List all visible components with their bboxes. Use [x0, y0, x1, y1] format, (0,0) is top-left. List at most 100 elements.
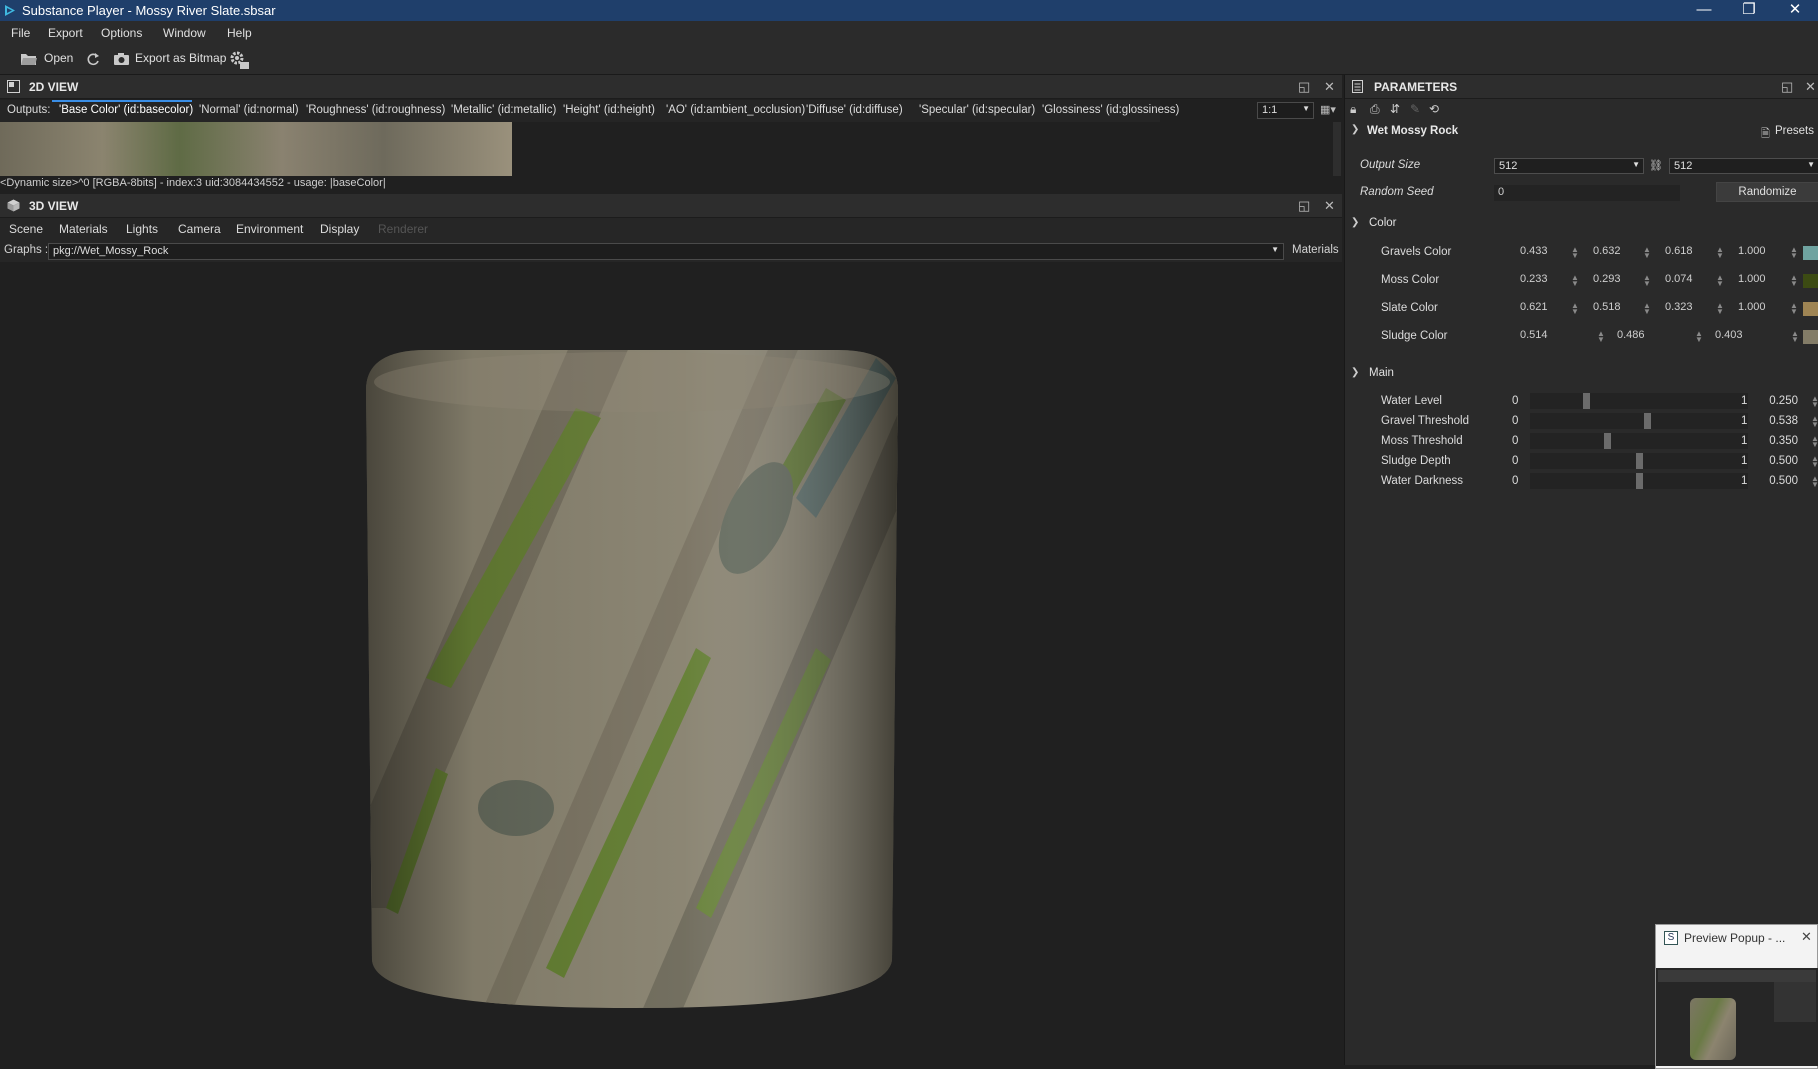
- slider-value[interactable]: 0.350: [1764, 435, 1798, 447]
- random-seed-input[interactable]: 0: [1494, 185, 1680, 201]
- output-tab-basecolor[interactable]: 'Base Color' (id:basecolor): [59, 104, 193, 116]
- close-panel-icon[interactable]: ✕: [1805, 79, 1816, 95]
- texture-preview-2d[interactable]: [0, 122, 512, 176]
- reset-icon[interactable]: ⟲: [1429, 102, 1439, 116]
- color-b-value[interactable]: 0.618: [1665, 245, 1693, 261]
- spinner-icon[interactable]: ▲ ▼: [1716, 274, 1724, 288]
- output-tab-normal[interactable]: 'Normal' (id:normal): [199, 104, 299, 116]
- slider-track[interactable]: [1530, 393, 1748, 409]
- menu-help[interactable]: Help: [227, 26, 252, 40]
- float-panel-icon[interactable]: ◱: [1781, 79, 1793, 95]
- presets-button[interactable]: Presets: [1775, 125, 1814, 137]
- spinner-icon[interactable]: ▲ ▼: [1790, 302, 1798, 316]
- color-swatch[interactable]: [1803, 274, 1818, 288]
- color-b-value[interactable]: 0.323: [1665, 301, 1693, 317]
- spinner-icon[interactable]: ▲ ▼: [1695, 330, 1703, 344]
- color-g-value[interactable]: 0.518: [1593, 301, 1621, 317]
- output-tab-ao[interactable]: 'AO' (id:ambient_occlusion): [666, 104, 805, 116]
- view3d-menu-display[interactable]: Display: [320, 222, 359, 236]
- color-r-value[interactable]: 0.514: [1520, 329, 1548, 345]
- spinner-icon[interactable]: ▲ ▼: [1790, 274, 1798, 288]
- color-swatch[interactable]: [1803, 330, 1818, 344]
- spinner-icon[interactable]: ▲ ▼: [1643, 302, 1651, 316]
- graph-group-header[interactable]: ❯ Wet Mossy Rock 🗎︎ Presets: [1345, 121, 1818, 143]
- color-b-value[interactable]: 0.403: [1715, 329, 1743, 345]
- output-tab-height[interactable]: 'Height' (id:height): [563, 104, 655, 116]
- color-g-value[interactable]: 0.632: [1593, 245, 1621, 261]
- spinner-icon[interactable]: ▲ ▼: [1791, 330, 1799, 344]
- view3d-menu-scene[interactable]: Scene: [9, 222, 43, 236]
- close-button[interactable]: ✕: [1772, 0, 1818, 21]
- color-r-value[interactable]: 0.433: [1520, 245, 1548, 261]
- output-tab-roughness[interactable]: 'Roughness' (id:roughness): [306, 104, 445, 116]
- color-g-value[interactable]: 0.486: [1617, 329, 1645, 345]
- output-tab-specular[interactable]: 'Specular' (id:specular): [919, 104, 1035, 116]
- swap-icon[interactable]: ⇵: [1390, 102, 1400, 116]
- slider-value[interactable]: 0.500: [1764, 475, 1798, 487]
- spinner-icon[interactable]: ▲ ▼: [1811, 455, 1818, 469]
- view3d-menu-environment[interactable]: Environment: [236, 222, 303, 236]
- output-size-width-select[interactable]: 512 ▼: [1494, 158, 1644, 174]
- material-preview-cylinder[interactable]: [366, 348, 898, 1010]
- main-group-header[interactable]: ❯ Main: [1345, 364, 1818, 384]
- menu-export[interactable]: Export: [48, 26, 83, 40]
- output-tab-glossiness[interactable]: 'Glossiness' (id:glossiness): [1042, 104, 1179, 116]
- preview-thumbnail[interactable]: [1656, 968, 1818, 1066]
- slider-thumb[interactable]: [1604, 433, 1611, 449]
- slider-track[interactable]: [1530, 433, 1748, 449]
- color-swatch[interactable]: [1803, 302, 1818, 316]
- spinner-icon[interactable]: ▲ ▼: [1811, 415, 1818, 429]
- close-icon[interactable]: ✕: [1801, 929, 1812, 945]
- export-bitmap-button[interactable]: Export as Bitmap: [113, 51, 226, 69]
- graphs-select[interactable]: pkg://Wet_Mossy_Rock ▼: [48, 243, 1284, 260]
- color-r-value[interactable]: 0.233: [1520, 273, 1548, 289]
- color-swatch[interactable]: [1803, 246, 1818, 260]
- slider-thumb[interactable]: [1583, 393, 1590, 409]
- spinner-icon[interactable]: ▲ ▼: [1811, 395, 1818, 409]
- close-panel-icon[interactable]: ✕: [1324, 198, 1335, 214]
- settings-gear-icon[interactable]: [228, 49, 250, 71]
- spinner-icon[interactable]: ▲ ▼: [1811, 475, 1818, 489]
- slider-thumb[interactable]: [1636, 453, 1643, 469]
- spinner-icon[interactable]: ▲ ▼: [1597, 330, 1605, 344]
- slider-value[interactable]: 0.250: [1764, 395, 1798, 407]
- view3d-menu-materials[interactable]: Materials: [59, 222, 108, 236]
- slider-value[interactable]: 0.500: [1764, 455, 1798, 467]
- slider-track[interactable]: [1530, 453, 1748, 469]
- print-icon[interactable]: ⎙: [1370, 102, 1380, 117]
- open-button[interactable]: Open: [20, 51, 73, 69]
- color-a-value[interactable]: 1.000: [1738, 273, 1766, 289]
- slider-track[interactable]: [1530, 413, 1748, 429]
- spinner-icon[interactable]: ▲ ▼: [1716, 302, 1724, 316]
- output-size-height-select[interactable]: 512 ▼: [1669, 158, 1818, 174]
- color-b-value[interactable]: 0.074: [1665, 273, 1693, 289]
- view3d-menu-camera[interactable]: Camera: [178, 222, 221, 236]
- menu-options[interactable]: Options: [101, 26, 142, 40]
- color-r-value[interactable]: 0.621: [1520, 301, 1548, 317]
- menu-window[interactable]: Window: [163, 26, 206, 40]
- slider-thumb[interactable]: [1636, 473, 1643, 489]
- output-tab-diffuse[interactable]: 'Diffuse' (id:diffuse): [806, 104, 903, 116]
- float-panel-icon[interactable]: ◱: [1298, 198, 1310, 214]
- spinner-icon[interactable]: ▲ ▼: [1571, 246, 1579, 260]
- lock-icon[interactable]: 🔒︎: [1350, 102, 1356, 117]
- view3d-menu-lights[interactable]: Lights: [126, 222, 158, 236]
- output-tab-metallic[interactable]: 'Metallic' (id:metallic): [451, 104, 556, 116]
- menu-file[interactable]: File: [11, 26, 30, 40]
- spinner-icon[interactable]: ▲ ▼: [1790, 246, 1798, 260]
- randomize-button[interactable]: Randomize: [1716, 182, 1818, 202]
- float-panel-icon[interactable]: ◱: [1298, 79, 1310, 95]
- view2d-scrollbar[interactable]: [1333, 122, 1341, 176]
- output-options-icon[interactable]: ▦▾: [1320, 103, 1336, 116]
- spinner-icon[interactable]: ▲ ▼: [1643, 246, 1651, 260]
- spinner-icon[interactable]: ▲ ▼: [1643, 274, 1651, 288]
- zoom-select[interactable]: 1:1 ▼: [1257, 102, 1314, 119]
- spinner-icon[interactable]: ▲ ▼: [1811, 435, 1818, 449]
- spinner-icon[interactable]: ▲ ▼: [1716, 246, 1724, 260]
- slider-track[interactable]: [1530, 473, 1748, 489]
- slider-value[interactable]: 0.538: [1764, 415, 1798, 427]
- restore-button[interactable]: ❐: [1726, 0, 1772, 21]
- close-panel-icon[interactable]: ✕: [1324, 79, 1335, 95]
- color-a-value[interactable]: 1.000: [1738, 301, 1766, 317]
- minimize-button[interactable]: —: [1681, 0, 1727, 21]
